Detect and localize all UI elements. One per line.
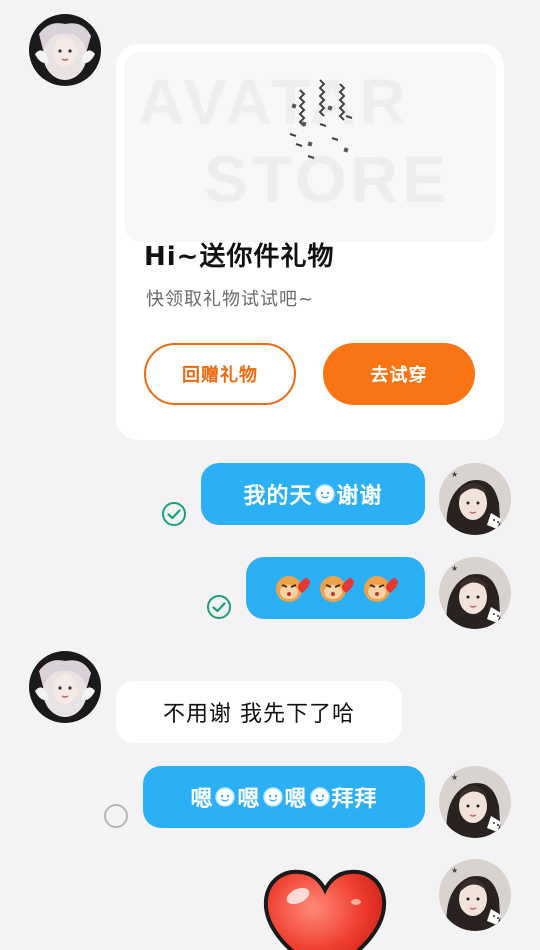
message-bubble-3[interactable]: 不用谢 我先下了哈	[116, 681, 402, 743]
message-text-part: 谢谢	[336, 484, 383, 509]
read-check-icon	[161, 501, 187, 527]
my-avatar[interactable]: ★	[439, 557, 511, 629]
message-text-part: 嗯	[237, 787, 261, 812]
monkey-love-emoji-icon	[363, 576, 398, 602]
message-bubble-2[interactable]	[246, 557, 425, 619]
monkey-love-emoji-icon	[319, 576, 354, 602]
svg-text:★: ★	[451, 470, 458, 479]
message-text-part: 拜拜	[331, 787, 378, 812]
banner-text-store: STORE	[204, 142, 450, 216]
return-gift-button[interactable]: 回赠礼物	[144, 343, 296, 405]
smile-emoji-icon	[309, 787, 330, 807]
pending-status-icon	[103, 803, 129, 829]
banner-text-avatar: AVATAR	[138, 66, 410, 138]
gift-title: Hi~送你件礼物	[144, 242, 335, 272]
message-text-part: 我的天	[243, 484, 313, 509]
heart-sticker[interactable]	[262, 868, 388, 950]
svg-text:★: ★	[451, 564, 458, 573]
monkey-love-emoji-icon	[275, 576, 310, 602]
message-bubble-4[interactable]: 嗯 嗯 嗯 拜拜	[143, 766, 425, 828]
my-avatar[interactable]: ★	[439, 463, 511, 535]
friend-avatar[interactable]	[29, 651, 101, 723]
smile-emoji-icon	[314, 484, 335, 504]
message-text-part: 嗯	[190, 787, 214, 812]
message-text: 不用谢 我先下了哈	[163, 702, 355, 727]
smile-emoji-icon	[262, 787, 283, 807]
heart-icon	[263, 869, 387, 950]
message-bubble-1[interactable]: 我的天 谢谢	[201, 463, 425, 525]
my-avatar[interactable]: ★	[439, 766, 511, 838]
message-text-part: 嗯	[284, 787, 308, 812]
try-on-button[interactable]: 去试穿	[323, 343, 475, 405]
gift-subtitle: 快领取礼物试试吧~	[146, 289, 315, 310]
my-avatar[interactable]: ★	[439, 859, 511, 931]
avatar-store-banner: AVATAR STORE	[124, 52, 496, 242]
gift-card[interactable]: AVATAR STORE Hi~送你件礼物 快领取礼物试试吧~ 回赠礼物 去试穿	[116, 44, 504, 440]
svg-text:★: ★	[451, 866, 458, 875]
friend-avatar[interactable]	[29, 14, 101, 86]
read-check-icon	[206, 594, 232, 620]
smile-emoji-icon	[215, 787, 236, 807]
svg-text:★: ★	[451, 773, 458, 782]
